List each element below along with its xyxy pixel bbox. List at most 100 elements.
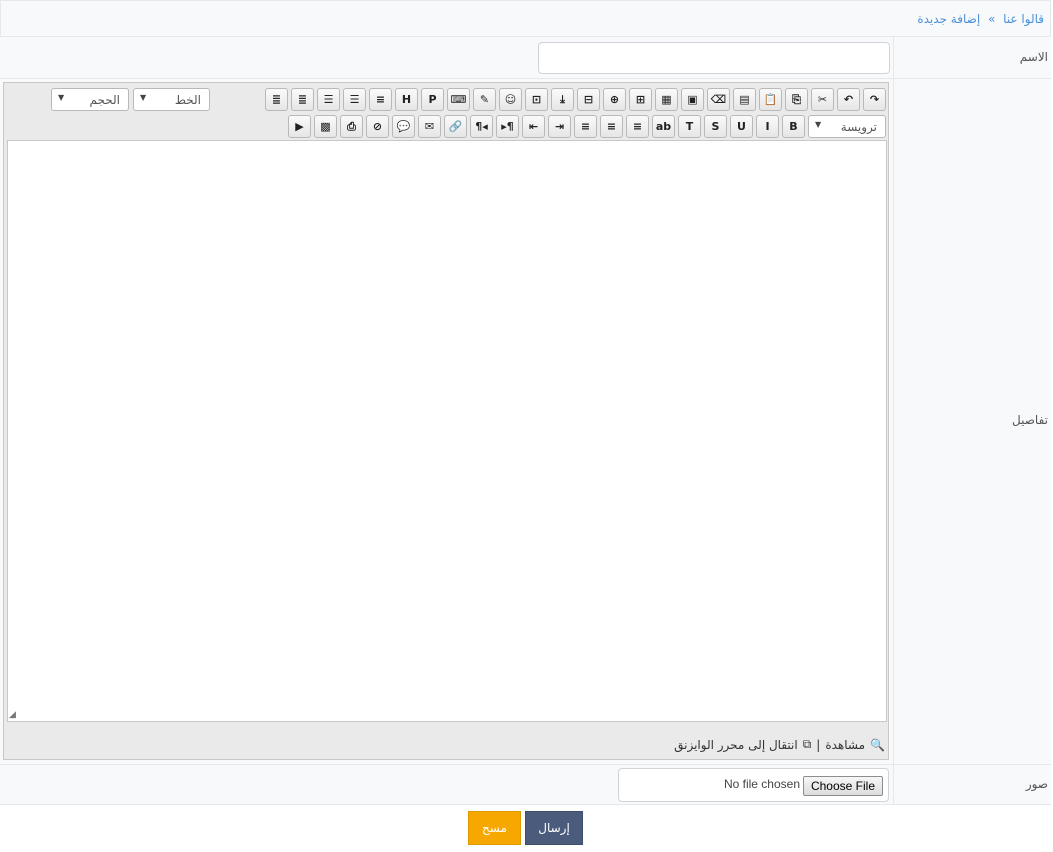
undo-icon: ↶: [843, 93, 854, 106]
insert-quote-down-icon: ⤓: [560, 92, 565, 106]
insert-image-icon: ⊞: [635, 93, 646, 106]
outdent-button[interactable]: ⇤: [522, 115, 545, 138]
insert-video-button[interactable]: ▣: [681, 88, 704, 111]
indent-button[interactable]: ⇥: [548, 115, 571, 138]
file-status: No file chosen: [723, 777, 800, 791]
rtl-button[interactable]: ¶◂: [470, 115, 493, 138]
edit-source-button[interactable]: ✎: [473, 88, 496, 111]
text-color-icon: T: [685, 120, 694, 133]
align-right-icon: ≡: [632, 120, 643, 133]
align-right-button[interactable]: ≡: [626, 115, 649, 138]
bullet-list-button[interactable]: ☰: [317, 88, 340, 111]
italic-button[interactable]: I: [756, 115, 779, 138]
insert-bbcode-button[interactable]: ⊟: [577, 88, 600, 111]
numbered-list-button[interactable]: ≣: [291, 88, 314, 111]
unlink-button[interactable]: ⊘: [366, 115, 389, 138]
editor-content-area[interactable]: ◢: [7, 140, 887, 722]
insert-table-button[interactable]: ▦: [655, 88, 678, 111]
editor-toolbar-row-2: ترويسة ▼ B I U S Tab ≡ ≡ ≡ ⇥ ⇤ ▸¶ ¶◂ 🔗 ✉ 💬 ⊘ ⎙ ▩ ▶: [288, 115, 886, 139]
redo-icon: ↷: [869, 93, 880, 106]
undo-button[interactable]: ↶: [837, 88, 860, 111]
switch-editor-link[interactable]: انتقال إلى محرر الوايزنق: [674, 738, 798, 752]
ordered-list-button[interactable]: ≡: [369, 88, 392, 111]
indent-icon: ⇥: [554, 120, 565, 133]
align-left-icon: ≡: [580, 120, 591, 133]
remove-format-icon: ⌫: [710, 93, 727, 106]
media-icon: ▶: [295, 120, 304, 133]
align-left-button[interactable]: ≡: [574, 115, 597, 138]
breadcrumb-bar: قالوا عنا » إضافة جديدة: [0, 0, 1051, 37]
preview-link[interactable]: مشاهدة: [825, 738, 865, 752]
strikethrough-icon: S: [711, 120, 720, 133]
resize-handle-icon[interactable]: ◢: [9, 710, 16, 720]
checklist-button[interactable]: ≣: [265, 88, 288, 111]
copy-icon: ⎘: [792, 92, 801, 106]
breadcrumb-current: إضافة جديدة: [917, 12, 981, 26]
quote-button[interactable]: 💬: [392, 115, 415, 138]
font-dropdown[interactable]: الخط ▼: [133, 88, 210, 111]
html-button[interactable]: H: [395, 88, 418, 111]
choose-file-button[interactable]: Choose File: [802, 776, 883, 796]
insert-bbcode-down-icon: ⊡: [531, 93, 542, 106]
link-button[interactable]: 🔗: [444, 115, 467, 138]
highlight-button[interactable]: ab: [652, 115, 675, 138]
insert-bbcode-icon: ⊟: [583, 93, 594, 106]
copy-button[interactable]: ⎘: [785, 88, 808, 111]
ordered-list-icon: ≡: [375, 93, 386, 106]
code-icon: ⌨: [450, 93, 467, 106]
submit-button[interactable]: إرسال: [525, 811, 583, 845]
code-button[interactable]: ⌨: [447, 88, 470, 111]
align-center-button[interactable]: ≡: [600, 115, 623, 138]
insert-bbcode-down-button[interactable]: ⊡: [525, 88, 548, 111]
clear-button[interactable]: مسح: [468, 811, 521, 845]
text-color-button[interactable]: T: [678, 115, 701, 138]
php-button[interactable]: P: [421, 88, 444, 111]
heading-dropdown[interactable]: ترويسة ▼: [808, 115, 886, 138]
remove-format-button[interactable]: ⌫: [707, 88, 730, 111]
email-icon: ✉: [424, 120, 435, 133]
underline-button[interactable]: U: [730, 115, 753, 138]
size-dropdown[interactable]: الحجم ▼: [51, 88, 129, 111]
name-label: الاسم: [1019, 50, 1048, 64]
insert-image-plus-button[interactable]: ⊕: [603, 88, 626, 111]
php-icon: P: [428, 93, 437, 106]
outdent-icon: ⇤: [528, 120, 539, 133]
media-button[interactable]: ▶: [288, 115, 311, 138]
ltr-icon: ▸¶: [501, 120, 514, 133]
insert-table-icon: ▦: [661, 93, 672, 106]
breadcrumb-separator: »: [987, 12, 996, 26]
redo-button[interactable]: ↷: [863, 88, 886, 111]
attachment-button[interactable]: ⎙: [340, 115, 363, 138]
name-row: الاسم: [0, 37, 1051, 79]
quote-icon: 💬: [396, 120, 411, 133]
email-button[interactable]: ✉: [418, 115, 441, 138]
paste-text-button[interactable]: ▤: [733, 88, 756, 111]
gallery-button[interactable]: ▩: [314, 115, 337, 138]
italic-icon: I: [765, 120, 770, 133]
paste-button[interactable]: 📋: [759, 88, 782, 111]
chevron-down-icon: ▼: [815, 120, 822, 129]
insert-quote-down-button[interactable]: ⤓: [551, 88, 574, 111]
editor-footer: 🔍 مشاهدة | ⧉ انتقال إلى محرر الوايزنق: [674, 737, 885, 752]
breadcrumb-parent-link[interactable]: قالوا عنا: [1003, 12, 1044, 26]
link-icon: 🔗: [448, 120, 463, 133]
ltr-button[interactable]: ▸¶: [496, 115, 519, 138]
strikethrough-button[interactable]: S: [704, 115, 727, 138]
insert-video-icon: ▣: [687, 93, 698, 106]
numbered-list-icon: ≣: [297, 93, 308, 106]
attachment-icon: ⎙: [347, 119, 356, 133]
paste-icon: 📋: [763, 93, 778, 106]
insert-image-button[interactable]: ⊞: [629, 88, 652, 111]
switch-editor-icon: ⧉: [802, 737, 812, 751]
html-icon: H: [401, 93, 412, 106]
bold-button[interactable]: B: [782, 115, 805, 138]
paste-text-icon: ▤: [739, 93, 750, 106]
emoticon-button[interactable]: ☺: [499, 88, 522, 111]
cut-button[interactable]: ✂: [811, 88, 834, 111]
footer-divider: |: [816, 737, 821, 752]
chevron-down-icon: ▼: [58, 93, 65, 102]
unordered-list-button[interactable]: ☰: [343, 88, 366, 111]
details-label: تفاصيل: [1012, 413, 1048, 427]
name-input[interactable]: [538, 42, 890, 74]
bold-icon: B: [789, 120, 798, 133]
